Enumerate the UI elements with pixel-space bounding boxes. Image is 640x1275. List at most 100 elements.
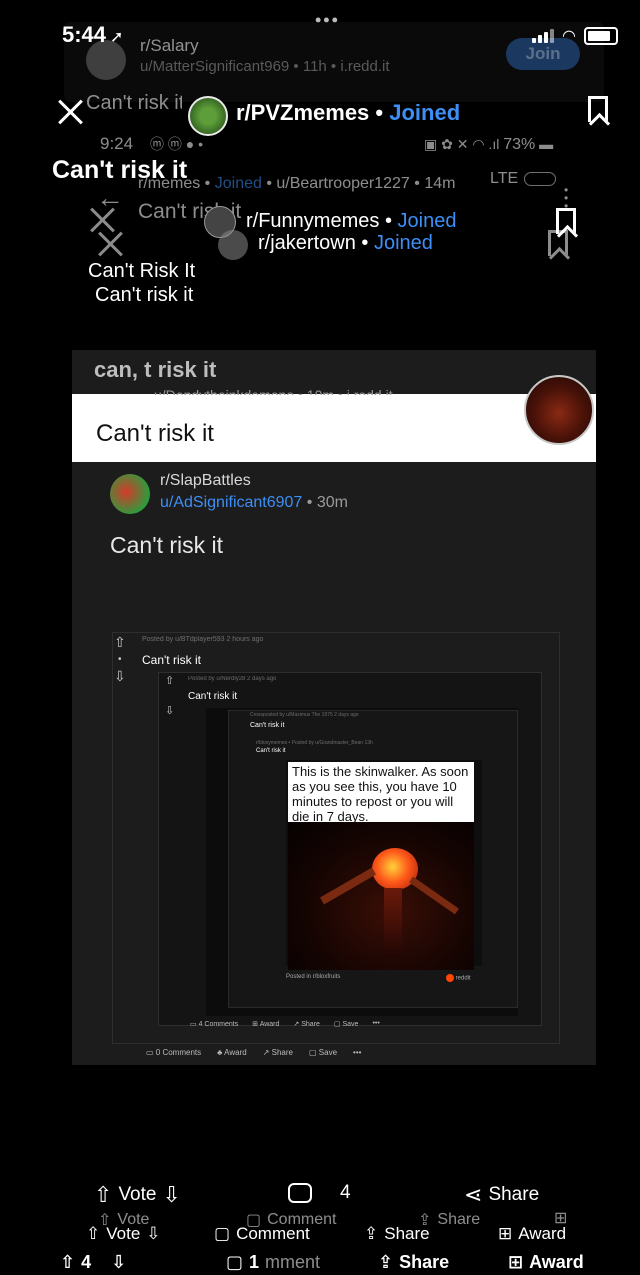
nested1-share-button[interactable]: ↗ Share [263,1048,293,1057]
comment-label-2: Comment [236,1224,310,1243]
downvote-icon[interactable]: ⇩ [114,668,126,685]
nested3-title: Can't risk it [250,722,285,729]
funnymemes-name[interactable]: r/Funnymemes [246,210,379,232]
nested3-meta: Crossposted by u/Maximus The 1975 2 days… [250,712,359,718]
nested2-award-button[interactable]: ⊞ Award [252,1020,279,1028]
card-cut-meta: u/Dendytheinkdemono • 10m • i.redd.it [154,388,393,395]
nested2-comments-button[interactable]: ▭ 4 Comments [190,1020,238,1028]
post-age: • 30m [306,494,348,511]
nested2-more-icon[interactable]: ••• [372,1020,379,1028]
status-icons: ◠ [532,26,618,46]
bookmark-icon[interactable] [588,96,608,122]
jakertown-avatar [218,230,248,260]
bg-subreddit-name[interactable]: r/Salary [140,36,199,56]
vote-button-3[interactable]: ⇧ 4 ⇩ [60,1252,126,1273]
layer3-caption-a: Can't Risk It [88,260,196,282]
comment-bubble-icon-3: ▢ [226,1252,244,1272]
nested1-meta: Posted by u/BTdplayer593 2 hours ago [142,636,264,643]
layer2-app-icons: ⓜ ⓜ ● • [150,136,204,152]
nested2-meta: Posted by u/Nerdly28 2 days ago [188,676,277,682]
layer3-caption-b: Can't risk it [95,284,194,306]
reddit-tag: reddit [446,974,471,982]
separator: • [375,100,384,125]
layer2-status-icons: ▣ ✿ ✕ ◠ .ıl 73% ▬ [424,136,554,153]
upvote-icon-2[interactable]: ⇧ [165,674,174,687]
joined-label-b: Joined [373,232,433,254]
share-button-3[interactable]: ⇪ Share [378,1252,449,1273]
comment-button[interactable]: 4 [288,1182,351,1204]
nested1-save-button[interactable]: ▢ Save [309,1048,337,1057]
downvote-arrow-icon[interactable]: ⇩ [162,1182,180,1208]
vote-count-3: 4 [81,1252,92,1272]
award-label: Award [518,1224,567,1243]
figure-body [384,888,402,958]
share-button-2[interactable]: ⇪ Share [364,1224,430,1244]
close-icon-3[interactable] [96,230,124,258]
comment-button-3[interactable]: ▢ 1 mment [226,1252,320,1273]
skinwalker-image [288,822,474,970]
cellular-signal-icon [532,29,555,43]
skinwalker-caption: This is the skinwalker. As soon as you s… [288,762,474,826]
nested1-award-button[interactable]: ♣ Award [217,1048,247,1057]
reddit-tag-text: reddit [455,975,471,982]
joined-label-a: Joined [397,210,457,232]
battery-icon [584,27,618,45]
share-button[interactable]: ⋖ Share [464,1182,539,1208]
vote-button[interactable]: ⇧ Vote ⇩ [94,1182,181,1208]
slapbattles-avatar [110,474,150,514]
slapbattles-meta: u/AdSignificant6907 • 30m [160,494,348,512]
white-band-title: Can't risk it [96,420,214,447]
separator-b: • [361,232,369,254]
layer2-time: 9:24 [100,134,134,153]
comment-bubble-icon [288,1183,312,1203]
nested1-title: Can't risk it [142,653,201,667]
upvote-arrow-icon-3[interactable]: ⇧ [60,1252,75,1273]
pvz-subreddit-name[interactable]: r/PVZmemes [236,100,369,125]
nested2-action-bar: ▭ 4 Comments ⊞ Award ↗ Share ▢ Save ••• [190,1020,380,1028]
bg-post-meta: u/MatterSignificant969 • 11h • i.redd.it [140,58,390,75]
layer2-battery: 73% [503,136,536,153]
layer2-more-icon[interactable]: • • • [564,184,568,212]
jakertown-name[interactable]: r/jakertown [258,232,356,254]
layer2-meta-subreddit: r/memes [138,175,201,192]
award-button-3[interactable]: ⊞ Award [508,1252,584,1273]
nested2-save-button[interactable]: ▢ Save [334,1020,359,1028]
layer3-line-a: r/Funnymemes • Joined [246,210,456,233]
layer3-line-b: r/jakertown • Joined [258,232,433,255]
share-icon-3: ⇪ [378,1252,394,1272]
upvote-arrow-icon-2[interactable]: ⇧ [86,1224,100,1244]
bottom-row-3: ⇧ 4 ⇩ ▢ 1 mment ⇪ Share ⊞ Award [60,1250,640,1275]
comment-button-2[interactable]: ▢ Comment [214,1224,310,1244]
nested2-share-button[interactable]: ↗ Share [293,1020,320,1028]
comment-count: 4 [340,1182,351,1203]
share-label: Share [488,1184,540,1205]
upvote-arrow-icon[interactable]: ⇧ [94,1182,112,1208]
award-icon: ⊞ [498,1224,513,1243]
bookmark-icon-3[interactable] [548,230,568,256]
downvote-icon-2[interactable]: ⇩ [165,704,174,717]
share-label-2: Share [384,1224,430,1243]
nested1-more-icon[interactable]: ••• [353,1048,361,1057]
upvote-icon[interactable]: ⇧ [114,634,126,651]
card-header: can, t risk it [94,357,217,382]
nested4-meta: r/bloxymemes • Posted by u/Grandmaster_B… [256,740,373,746]
ghost-share-label: Share [437,1211,481,1228]
vote-button-2[interactable]: ⇧ Vote ⇩ [86,1224,161,1244]
figure-arm-right [409,876,459,915]
layer2-toggle-icon [524,172,556,186]
vote-label: Vote [118,1184,157,1205]
posted-in-label: Posted in r/bloxfruits [286,974,341,980]
close-icon[interactable] [56,98,84,126]
slapbattles-name[interactable]: r/SlapBattles [160,472,251,490]
vote-label-2: Vote [106,1224,141,1243]
nested1-action-bar: ▭ 0 Comments ♣ Award ↗ Share ▢ Save ••• [146,1048,361,1057]
downvote-arrow-icon-2[interactable]: ⇩ [146,1224,160,1244]
profile-avatar[interactable] [524,375,594,445]
layer2-meta: r/memes • Joined • u/Beartrooper1227 • 1… [138,175,456,192]
layer2-lte: LTE [490,170,519,187]
nested1-comments-button[interactable]: ▭ 0 Comments [146,1048,201,1057]
downvote-arrow-icon-3[interactable]: ⇩ [111,1252,126,1273]
award-button[interactable]: ⊞ Award [498,1224,566,1244]
card-post-title: Can't risk it [110,532,224,558]
post-author[interactable]: u/AdSignificant6907 [160,494,302,511]
